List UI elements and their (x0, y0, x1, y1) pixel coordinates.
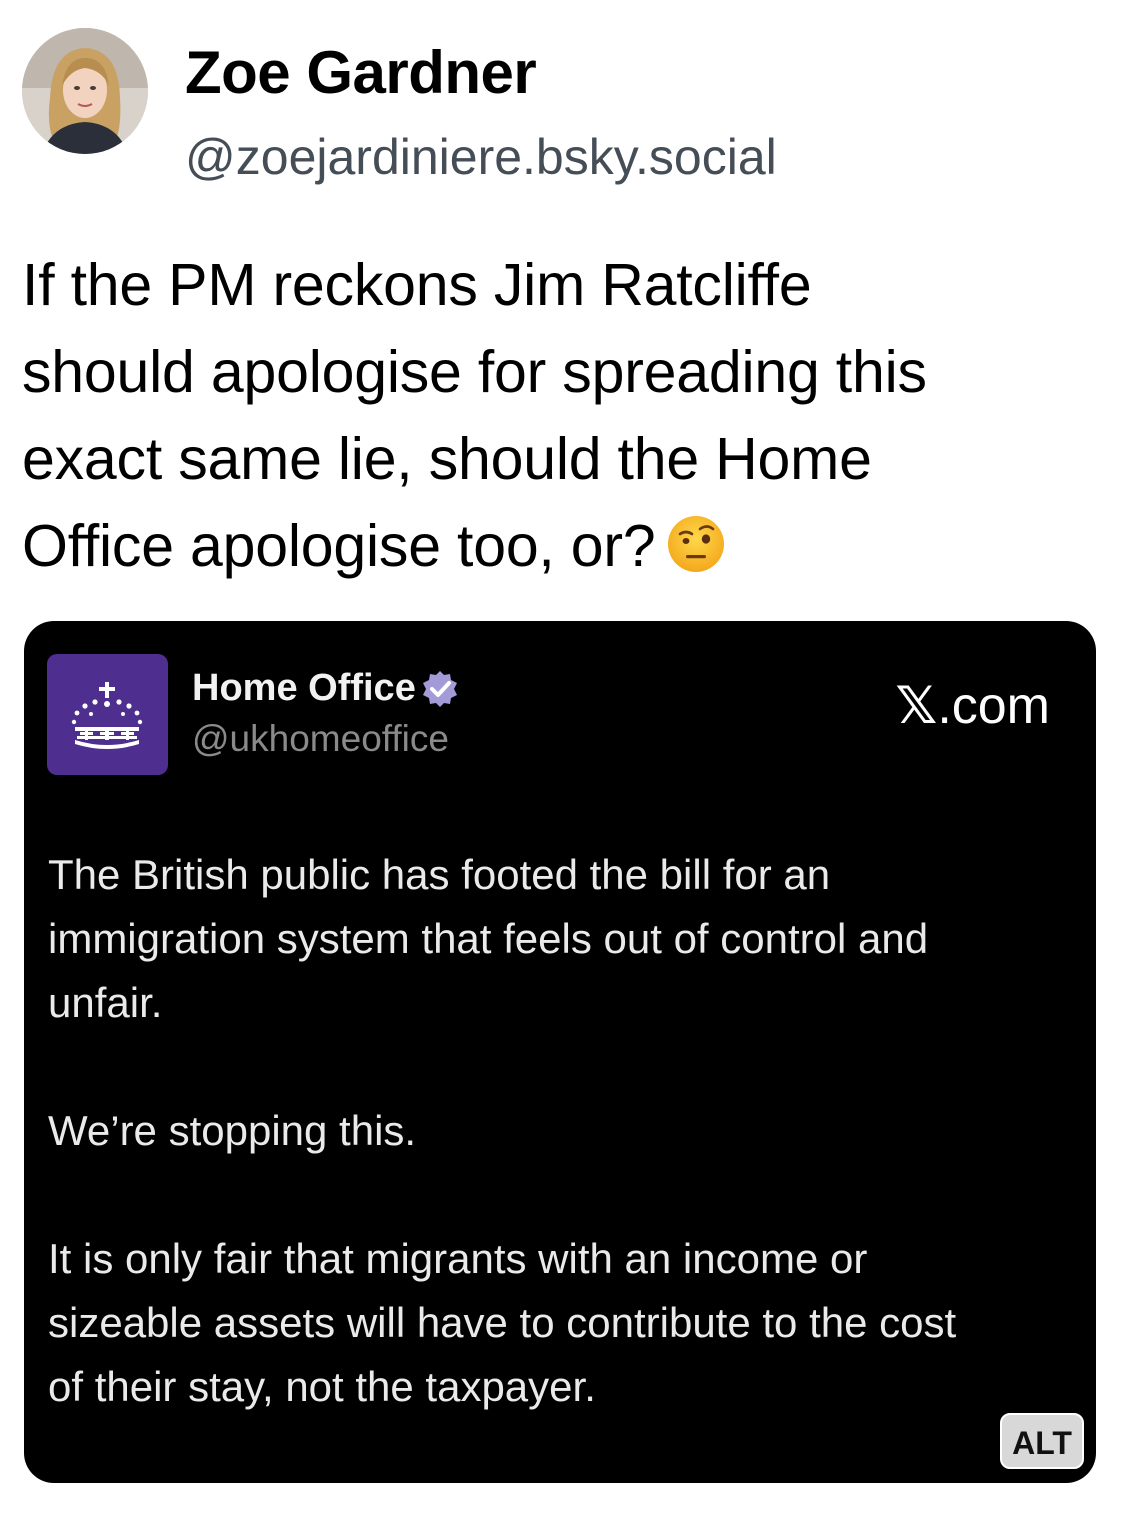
post-header: Zoe Gardner @zoejardiniere.bsky.social (22, 28, 1102, 185)
embed-text-line: of their stay, not the taxpayer. (48, 1363, 596, 1410)
post-text-line: exact same lie, should the Home (22, 426, 872, 492)
crown-crest-icon (71, 682, 143, 749)
embed-author-logo (47, 654, 168, 775)
author-avatar[interactable] (22, 28, 148, 154)
x-logo-icon: 𝕏 (895, 676, 938, 736)
source-site-suffix: .com (937, 677, 1050, 735)
embed-paragraph: We’re stopping this. (48, 1099, 1078, 1163)
face-with-raised-eyebrow-icon (666, 511, 726, 572)
avatar-portrait (22, 28, 148, 154)
embed-post-text: The British public has footed the bill f… (48, 843, 1078, 1419)
source-site-label: 𝕏.com (895, 676, 1050, 736)
alt-text-button[interactable]: ALT (1000, 1413, 1084, 1469)
embed-paragraph: It is only fair that migrants with an in… (48, 1227, 1078, 1419)
embed-text-line: immigration system that feels out of con… (48, 915, 929, 962)
embed-author-row: Home Office (192, 667, 460, 715)
embed-text-line: It is only fair that migrants with an in… (48, 1235, 868, 1282)
embed-text-line: unfair. (48, 979, 163, 1026)
embedded-post-image[interactable]: Home Office @ukhomeoffice 𝕏.com The Brit… (24, 621, 1096, 1483)
embed-text-line: We’re stopping this. (48, 1107, 417, 1154)
embed-text-line: sizeable assets will have to contribute … (48, 1299, 957, 1346)
embed-author-name: Home Office (192, 667, 416, 709)
embed-author-handle: @ukhomeoffice (192, 718, 449, 759)
post-text-line: If the PM reckons Jim Ratcliffe (22, 252, 812, 318)
post-text-line: should apologise for spreading this (22, 339, 927, 405)
post-text-line: Office apologise too, or? (22, 513, 656, 579)
post-text: If the PM reckons Jim Ratcliffe should a… (22, 242, 1107, 590)
post-text-line-last: Office apologise too, or? (22, 503, 1107, 590)
author-display-name[interactable]: Zoe Gardner (185, 38, 537, 107)
embed-text-line: The British public has footed the bill f… (48, 851, 831, 898)
embed-paragraph: The British public has footed the bill f… (48, 843, 1078, 1035)
verified-badge-icon (420, 669, 460, 709)
author-handle[interactable]: @zoejardiniere.bsky.social (185, 128, 777, 186)
